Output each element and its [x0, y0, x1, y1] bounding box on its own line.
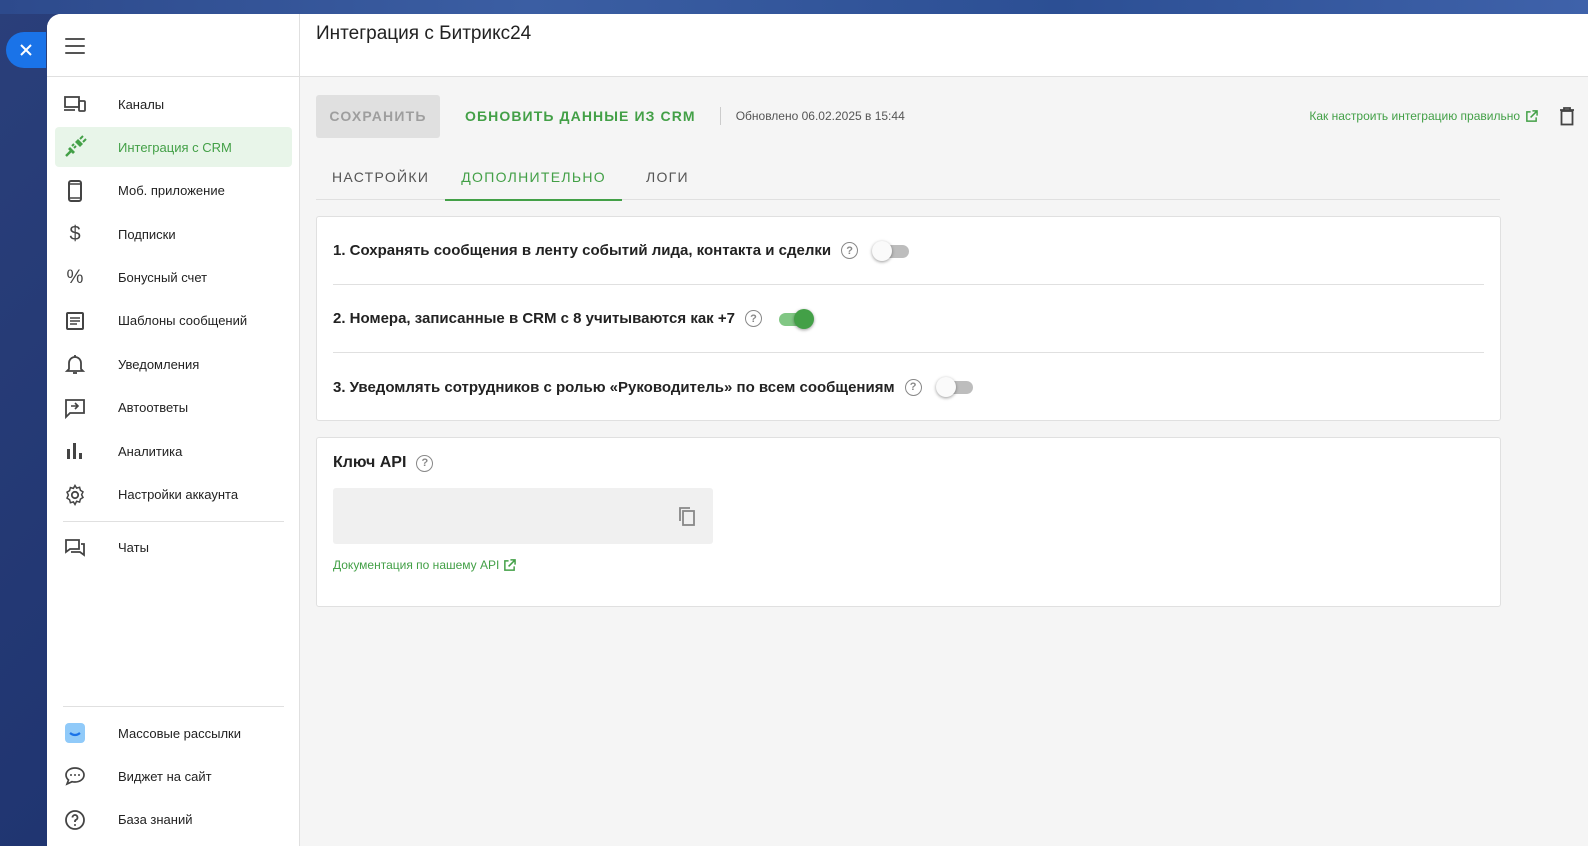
help-icon[interactable]: ? [904, 378, 922, 396]
setting-label: 3. Уведомлять сотрудников с ролью «Руков… [333, 378, 895, 396]
sidebar-item-label: Бонусный счет [118, 270, 208, 286]
save-messages-toggle[interactable] [872, 240, 910, 261]
phone-format-toggle[interactable] [776, 308, 814, 329]
setting-label: 1. Сохранять сообщения в ленту событий л… [333, 242, 832, 259]
plug-icon [63, 135, 87, 159]
devices-icon [63, 92, 87, 116]
tab-settings[interactable]: НАСТРОЙКИ [316, 154, 445, 200]
page-title: Интеграция с Битрикс24 [316, 23, 532, 44]
sidebar-item-chats[interactable]: Чаты [55, 528, 292, 568]
sidebar-item-label: Аналитика [118, 443, 183, 459]
sidebar-item-label: База знаний [118, 812, 193, 828]
tab-additional[interactable]: ДОПОЛНИТЕЛЬНО [445, 154, 622, 201]
close-panel-button[interactable] [6, 32, 46, 68]
menu-icon[interactable] [65, 38, 85, 54]
updated-timestamp: Обновлено 06.02.2025 в 15:44 [735, 109, 905, 123]
sidebar-item-mobile-app[interactable]: Моб. приложение [55, 171, 292, 211]
sidebar-item-crm[interactable]: Интеграция с CRM [55, 127, 292, 168]
gear-icon [63, 483, 87, 507]
sidebar-nav: Каналы Интеграция с CRM Моб. приложение … [55, 84, 292, 571]
sidebar-item-subscriptions[interactable]: $ Подписки [55, 214, 292, 254]
setting-row: 1. Сохранять сообщения в ленту событий л… [333, 217, 1484, 285]
percent-icon: % [66, 266, 84, 288]
help-icon[interactable]: ? [841, 242, 859, 259]
sidebar: Каналы Интеграция с CRM Моб. приложение … [47, 14, 300, 846]
reply-icon [63, 396, 87, 420]
sidebar-item-label: Каналы [118, 96, 165, 112]
main-content: Интеграция с Битрикс24 СОХРАНИТЬ ОБНОВИТ… [300, 14, 1588, 846]
sidebar-item-label: Шаблоны сообщений [118, 313, 248, 329]
setup-help-link[interactable]: Как настроить интеграцию правильно [1309, 109, 1538, 123]
sidebar-item-label: Моб. приложение [118, 183, 225, 199]
setting-row: 2. Номера, записанные в CRM с 8 учитываю… [333, 285, 1484, 353]
chats-icon [63, 536, 87, 560]
help-icon[interactable]: ? [416, 454, 434, 472]
bar-chart-icon [63, 439, 87, 463]
sidebar-item-notifications[interactable]: Уведомления [55, 344, 292, 384]
sidebar-item-label: Автоответы [118, 400, 189, 416]
sidebar-item-label: Интеграция с CRM [118, 139, 232, 155]
mailing-icon [63, 721, 87, 745]
api-key-field[interactable] [333, 488, 713, 544]
sidebar-item-label: Подписки [118, 226, 176, 242]
setting-label: 2. Номера, записанные в CRM с 8 учитываю… [333, 310, 735, 327]
app-window: Каналы Интеграция с CRM Моб. приложение … [47, 14, 1588, 846]
tabs: НАСТРОЙКИ ДОПОЛНИТЕЛЬНО ЛОГИ [316, 154, 1500, 201]
notify-managers-toggle[interactable] [935, 377, 974, 397]
setting-row: 3. Уведомлять сотрудников с ролью «Руков… [333, 353, 1484, 421]
sidebar-item-account-settings[interactable]: Настройки аккаунта [55, 475, 292, 515]
sidebar-item-analytics[interactable]: Аналитика [55, 431, 292, 471]
chat-bubble-icon [63, 764, 87, 788]
api-key-header: Ключ API ? [333, 454, 1484, 472]
background-strip [0, 0, 1588, 14]
sidebar-item-label: Виджет на сайт [118, 768, 212, 784]
setup-help-link-label: Как настроить интеграцию правильно [1309, 109, 1520, 123]
sidebar-item-templates[interactable]: Шаблоны сообщений [55, 301, 292, 341]
help-icon[interactable]: ? [744, 310, 762, 327]
smartphone-icon [63, 179, 87, 203]
page-header: Интеграция с Битрикс24 [300, 14, 1588, 77]
copy-icon[interactable] [677, 505, 697, 532]
sidebar-item-mailings[interactable]: Массовые рассылки [55, 713, 292, 753]
settings-card: 1. Сохранять сообщения в ленту событий л… [316, 216, 1501, 421]
external-link-icon [1526, 109, 1538, 122]
sidebar-item-bonus[interactable]: % Бонусный счет [55, 258, 292, 298]
api-key-title: Ключ API [333, 454, 407, 471]
bell-icon [63, 352, 87, 376]
sidebar-divider [63, 706, 284, 707]
sidebar-bottom: Массовые рассылки Виджет на сайт База зн… [55, 700, 292, 843]
delete-integration-button[interactable] [1556, 105, 1578, 127]
tab-logs[interactable]: ЛОГИ [630, 154, 705, 200]
save-button[interactable]: СОХРАНИТЬ [316, 94, 440, 138]
sidebar-divider [63, 520, 284, 522]
toolbar: СОХРАНИТЬ ОБНОВИТЬ ДАННЫЕ ИЗ CRM Обновле… [316, 94, 1574, 138]
sidebar-item-label: Уведомления [118, 356, 200, 372]
update-from-crm-button[interactable]: ОБНОВИТЬ ДАННЫЕ ИЗ CRM [465, 108, 696, 124]
close-icon [20, 44, 32, 56]
help-icon [63, 808, 87, 832]
sidebar-item-autoreplies[interactable]: Автоответы [55, 388, 292, 428]
sidebar-item-label: Массовые рассылки [118, 725, 242, 741]
sidebar-item-widget[interactable]: Виджет на сайт [55, 756, 292, 796]
sidebar-item-channels[interactable]: Каналы [55, 84, 292, 124]
sidebar-item-label: Чаты [118, 540, 149, 556]
dollar-icon: $ [69, 222, 81, 245]
sidebar-item-label: Настройки аккаунта [118, 487, 239, 503]
api-key-card: Ключ API ? Документация по нашему API [316, 437, 1501, 607]
trash-icon [1560, 107, 1574, 126]
api-docs-link[interactable]: Документация по нашему API [333, 558, 1484, 572]
sidebar-item-knowledge-base[interactable]: База знаний [55, 800, 292, 840]
document-icon [63, 309, 87, 333]
external-link-icon [504, 558, 517, 571]
toolbar-separator [719, 107, 721, 125]
api-docs-link-label: Документация по нашему API [333, 558, 500, 572]
